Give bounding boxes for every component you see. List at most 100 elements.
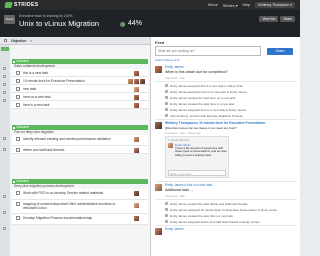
feed-author[interactable]: Emily James [165,227,184,231]
feed-post-text: When is this article due for completion? [165,70,228,74]
task-checkbox[interactable] [16,148,20,152]
rail-checkbox[interactable] [3,91,6,94]
select-all-checkbox[interactable] [4,39,7,42]
rail-checkbox[interactable] [3,148,6,151]
rail-checkbox[interactable] [3,99,6,102]
task-checkbox[interactable] [16,202,20,206]
outcome-label[interactable]: Outcome [12,125,148,130]
task-row[interactable]: Work with PSO to co-develop Service rela… [12,189,148,200]
task-checkbox[interactable] [16,79,20,83]
outcome-label[interactable]: Outcome [12,179,148,184]
divider [155,81,297,82]
avatar [134,102,139,108]
task-text[interactable]: this is a new task [23,71,119,75]
task-text[interactable]: identify relevant existing and needed pe… [23,137,119,141]
activity-icon [165,102,168,105]
rail-tab-icon[interactable]: ⬚ [1,47,9,51]
feed-author[interactable]: Emily James ▸ this is a new task [165,183,212,187]
task-checkbox[interactable] [16,191,20,195]
nav-help-link[interactable]: Help [242,3,250,7]
feed-author[interactable]: Whitney Thompson ▸ 10 minute deck for Ex… [165,121,265,125]
task-row[interactable]: here us a new task [12,93,148,101]
nav-home-link[interactable]: Home [208,3,218,7]
feed-post-actions[interactable]: Comment · Like · 3 days ago [165,131,201,135]
comment-input[interactable]: Write a comment... [168,170,226,176]
feed-post-actions[interactable]: Comment · Like [165,194,185,198]
activity-item[interactable]: Emily James created the task here is a n… [170,102,234,106]
comment-text: I have a fair amount of experience with … [175,146,227,157]
activity-item[interactable]: Emily James created the task define and … [170,202,248,206]
task-text[interactable]: Develop Migration Process documentation/… [23,216,119,220]
avatar [168,143,173,148]
task-checkbox[interactable] [16,103,20,107]
activity-item[interactable]: John Anthony: test the task Develop Migr… [170,114,243,118]
feed-post-text: @Harrison.jones can we cleaup it you nee… [165,126,237,130]
activity-item[interactable]: Emily James assigned this is a new task … [170,84,243,88]
task-checkbox[interactable] [16,137,20,141]
task-row[interactable]: mapping of common/important UNIX adminis… [12,200,148,214]
rail-checkbox[interactable] [3,137,6,140]
task-checkbox[interactable] [16,216,20,220]
avatar [128,78,133,84]
task-row[interactable]: Develop Migration Process documentation/… [12,214,148,225]
activity-item[interactable]: Emily James assigned define and staff ta… [170,220,260,224]
objective-title: Unix to vLinux Migration [19,19,100,28]
share-button[interactable]: Share [267,48,293,55]
feed-post-actions[interactable]: Comment · Like [165,76,185,80]
attach-files-link[interactable]: Attach Files ▸ Link [155,58,179,62]
rail-checkbox[interactable] [3,195,6,198]
activity-item[interactable]: Emily James assigned here is a new task … [170,108,246,112]
task-text[interactable]: here is a new task [23,103,119,107]
nav-strides-menu[interactable]: Strides ▾ [223,3,238,8]
task-text[interactable]: mapping of common/important UNIX adminis… [23,202,119,210]
outcome-group: Outcome Deep-dive migration process deve… [12,179,148,225]
objective-filter[interactable]: Objective [11,39,26,43]
task-text[interactable]: Work with PSO to co-develop Service rela… [23,191,119,195]
activity-item[interactable]: Emily James assigned 10 minute deck for … [170,208,277,212]
task-text[interactable]: define and staff task threads [23,148,119,152]
rail-checkbox[interactable] [3,75,6,78]
activity-icon [165,108,168,111]
task-row[interactable]: identify relevant existing and needed pe… [12,135,148,146]
avatar [134,203,139,208]
task-row[interactable]: define and staff task threads [12,146,148,154]
objective-actions: View Info Share [259,16,295,22]
user-menu[interactable]: Whitney Thompson ▾ [255,2,295,8]
task-row[interactable]: 10 minute deck for Executive Presentatio… [12,77,148,85]
chevron-down-icon[interactable]: ▾ [30,39,31,43]
activity-item[interactable]: Emily James created the task here us a n… [170,96,235,100]
task-checkbox[interactable] [16,95,20,99]
likes-count[interactable]: 1 people like this [168,138,189,142]
view-info-button[interactable]: View Info [259,16,279,22]
rail-checkbox[interactable] [3,83,6,86]
task-text[interactable]: here us a new task [23,95,119,99]
strides-logo-icon [4,2,13,8]
task-text[interactable]: 10 minute deck for Executive Presentatio… [23,79,119,83]
comment-panel: 1 people like this Emily Short I have a … [165,136,229,178]
share-objective-button[interactable]: Share [280,16,295,22]
task-row[interactable]: here is a new task [12,101,148,109]
activity-icon [165,114,168,117]
rail-checkbox[interactable] [3,67,6,70]
task-text[interactable]: new task [23,87,119,91]
feed-author[interactable]: Emily James [165,65,184,69]
activity-item[interactable]: Emily James assigned here us a new task … [170,90,247,94]
feed-post-text: Additional data → [165,188,194,192]
rail-checkbox[interactable] [3,227,6,230]
views-button[interactable]: Views [4,15,15,24]
avatar [134,147,139,153]
task-row[interactable]: this is a new task [12,69,148,77]
activity-icon [165,214,168,217]
task-checkbox[interactable] [16,87,20,91]
outcome-group: Outcome Sales collateral development thi… [12,59,148,109]
activity-icon [165,220,168,223]
task-row[interactable]: new task [12,85,148,93]
rail-checkbox[interactable] [3,211,6,214]
outcome-label[interactable]: Outcome [12,59,148,64]
app-logo-text[interactable]: STRIDES [14,2,38,8]
task-checkbox[interactable] [16,71,20,75]
activity-icon [165,90,168,93]
avatar [134,137,139,142]
feed-input[interactable] [155,46,261,56]
activity-item[interactable]: Emily James created the task this is a n… [170,214,233,218]
